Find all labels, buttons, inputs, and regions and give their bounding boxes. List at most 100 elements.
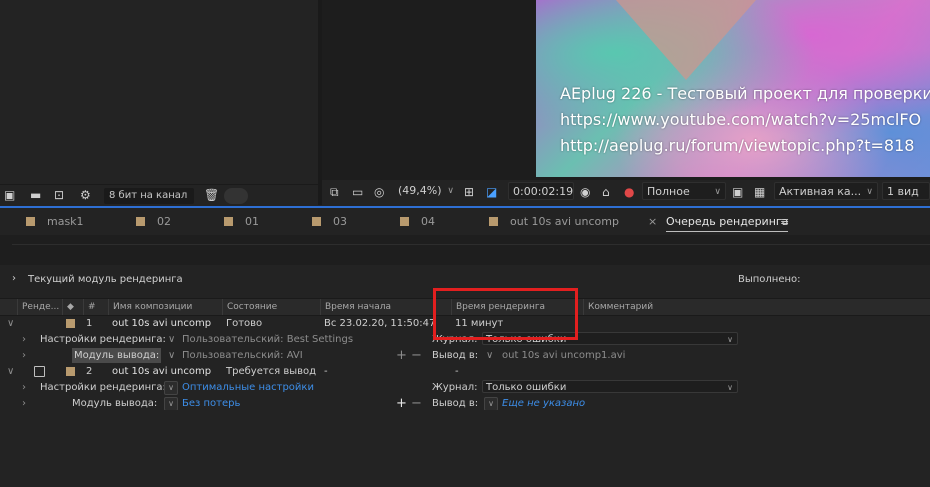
item-start-time: Вс 23.02.20, 11:50:47: [324, 318, 436, 329]
chevron-down-icon: ∨: [447, 186, 454, 196]
preview-icon[interactable]: ⧉: [330, 182, 339, 203]
chevron-down-icon[interactable]: ∨: [164, 397, 178, 411]
tab-render-queue[interactable]: Очередь рендеринга: [666, 213, 789, 232]
tag-icon[interactable]: ◆: [62, 299, 85, 315]
render-checkbox[interactable]: [34, 366, 45, 377]
tab-03[interactable]: 03: [312, 213, 347, 231]
output-module-value[interactable]: Без потерь: [182, 396, 240, 411]
chevron-down-icon: ∨: [168, 334, 176, 345]
chevron-down-icon[interactable]: ∨: [7, 364, 14, 379]
output-module-row-2: › Модуль вывода: ∨ Без потерь + − Вывод …: [0, 396, 930, 411]
overlay-line-2: https://www.youtube.com/watch?v=25mclFO: [560, 110, 922, 129]
resolution-dropdown[interactable]: Полное ∨: [642, 182, 726, 200]
add-output-icon[interactable]: +: [396, 396, 407, 411]
monitor-icon[interactable]: ▭: [352, 182, 363, 203]
output-to-value[interactable]: out 10s avi uncomp1.avi: [502, 348, 625, 363]
roi-icon[interactable]: ▣: [732, 182, 743, 203]
col-render[interactable]: Ренде...: [17, 299, 64, 315]
chevron-right-icon[interactable]: ›: [22, 380, 26, 395]
trash-icon[interactable]: 🗑: [204, 185, 219, 206]
remove-output-icon[interactable]: −: [411, 348, 422, 363]
render-queue-toolbar: [0, 235, 930, 265]
timeline-tabs: mask1 02 01 03 04 out 10s avi uncomp × О…: [0, 208, 930, 235]
new-folder-icon[interactable]: ▬: [30, 185, 41, 206]
tab-label: out 10s avi uncomp: [510, 215, 619, 228]
views-dropdown[interactable]: 1 вид: [882, 182, 930, 200]
camera-snapshot-icon[interactable]: ◉: [580, 182, 590, 203]
chevron-down-icon: ∨: [866, 187, 873, 197]
render-settings-label: Настройки рендеринга:: [40, 382, 166, 393]
item-start-time: -: [324, 366, 328, 377]
tab-02[interactable]: 02: [136, 213, 171, 231]
col-comment[interactable]: Комментарий: [583, 299, 718, 315]
col-number[interactable]: #: [83, 299, 110, 315]
render-item-2[interactable]: ∨ 2 out 10s avi uncomp Требуется вывод -…: [0, 364, 930, 379]
mask-icon[interactable]: ◎: [374, 182, 384, 203]
color-channels-icon[interactable]: ●: [624, 182, 634, 203]
chevron-right-icon[interactable]: ›: [12, 273, 16, 284]
tab-out-10s-avi-uncomp[interactable]: out 10s avi uncomp: [489, 213, 619, 231]
chevron-down-icon[interactable]: ∨: [164, 381, 178, 395]
label-swatch: [312, 217, 321, 226]
add-output-icon[interactable]: +: [396, 348, 407, 363]
label-swatch[interactable]: [66, 319, 75, 328]
new-composition-icon[interactable]: ⊡: [54, 185, 64, 206]
item-render-time: -: [455, 366, 459, 377]
chevron-down-icon[interactable]: ∨: [484, 397, 498, 411]
remove-output-icon[interactable]: −: [411, 396, 422, 411]
label-swatch[interactable]: [66, 367, 75, 376]
close-tab-icon[interactable]: ×: [648, 213, 657, 231]
output-module-label: Модуль вывода:: [72, 398, 158, 409]
item-comp-name[interactable]: out 10s avi uncomp: [112, 364, 211, 379]
chevron-down-icon[interactable]: ∨: [7, 316, 14, 331]
zoom-dropdown[interactable]: (49,4%) ∨: [394, 182, 458, 200]
log-value: Только ошибки: [486, 382, 567, 393]
chevron-right-icon[interactable]: ›: [22, 396, 26, 411]
item-status: Требуется вывод: [226, 366, 317, 377]
show-snapshot-icon[interactable]: ⌂: [602, 182, 610, 203]
bit-depth-button[interactable]: 8 бит на канал: [104, 188, 194, 204]
grid-icon[interactable]: ⊞: [464, 182, 474, 203]
transparency-grid-icon[interactable]: ▦: [754, 182, 765, 203]
log-label: Журнал:: [432, 382, 478, 393]
tab-04[interactable]: 04: [400, 213, 435, 231]
composition-frame: AEplug 226 - Тестовый проект для проверк…: [536, 0, 930, 177]
current-module-label: Текущий модуль рендеринга: [28, 274, 183, 285]
output-module-label: Модуль вывода:: [72, 348, 162, 363]
col-status[interactable]: Состояние: [222, 299, 323, 315]
chevron-down-icon: ∨: [714, 187, 721, 197]
region-icon[interactable]: ◪: [486, 182, 497, 203]
project-settings-icon[interactable]: ⚙: [80, 185, 91, 206]
label-swatch: [489, 217, 498, 226]
render-settings-value[interactable]: Оптимальные настройки: [182, 380, 314, 395]
interpret-footage-icon[interactable]: ▣: [4, 185, 15, 206]
overlay-line-3: http://aeplug.ru/forum/viewtopic.php?t=8…: [560, 136, 915, 155]
output-to-value[interactable]: Еще не указано: [502, 396, 585, 411]
chevron-right-icon[interactable]: ›: [22, 348, 26, 363]
render-settings-value[interactable]: Пользовательский: Best Settings: [182, 332, 353, 347]
timecode-field[interactable]: 0:00:02:19: [508, 182, 574, 200]
composition-viewer[interactable]: AEplug 226 - Тестовый проект для проверк…: [322, 0, 930, 180]
panel-menu-icon[interactable]: ≡: [780, 213, 789, 231]
item-number: 2: [86, 366, 93, 377]
output-to-label: Вывод в:: [432, 350, 479, 361]
project-panel: [0, 0, 318, 205]
col-comp-name[interactable]: Имя композиции: [108, 299, 227, 315]
output-module-value[interactable]: Пользовательский: AVI: [182, 348, 303, 363]
label-swatch: [26, 217, 35, 226]
camera-dropdown[interactable]: Активная ка... ∨: [774, 182, 878, 200]
toggle-icon[interactable]: [224, 188, 248, 204]
render-queue-empty-area: [0, 410, 930, 487]
item-comp-name[interactable]: out 10s avi uncomp: [112, 316, 211, 331]
viewer-toolbar: ⧉ ▭ ◎ (49,4%) ∨ ⊞ ◪ 0:00:02:19 ◉ ⌂ ● Пол…: [322, 180, 930, 205]
item-number: 1: [86, 318, 93, 329]
tab-01[interactable]: 01: [224, 213, 259, 231]
tab-mask1[interactable]: mask1: [26, 213, 84, 231]
camera-value: Активная ка...: [779, 185, 862, 198]
label-swatch: [136, 217, 145, 226]
log-dropdown[interactable]: Только ошибки ∨: [482, 380, 738, 393]
chevron-right-icon[interactable]: ›: [22, 332, 26, 347]
output-to-label: Вывод в:: [432, 398, 479, 409]
divider: [12, 244, 930, 245]
done-label: Выполнено:: [738, 274, 801, 285]
